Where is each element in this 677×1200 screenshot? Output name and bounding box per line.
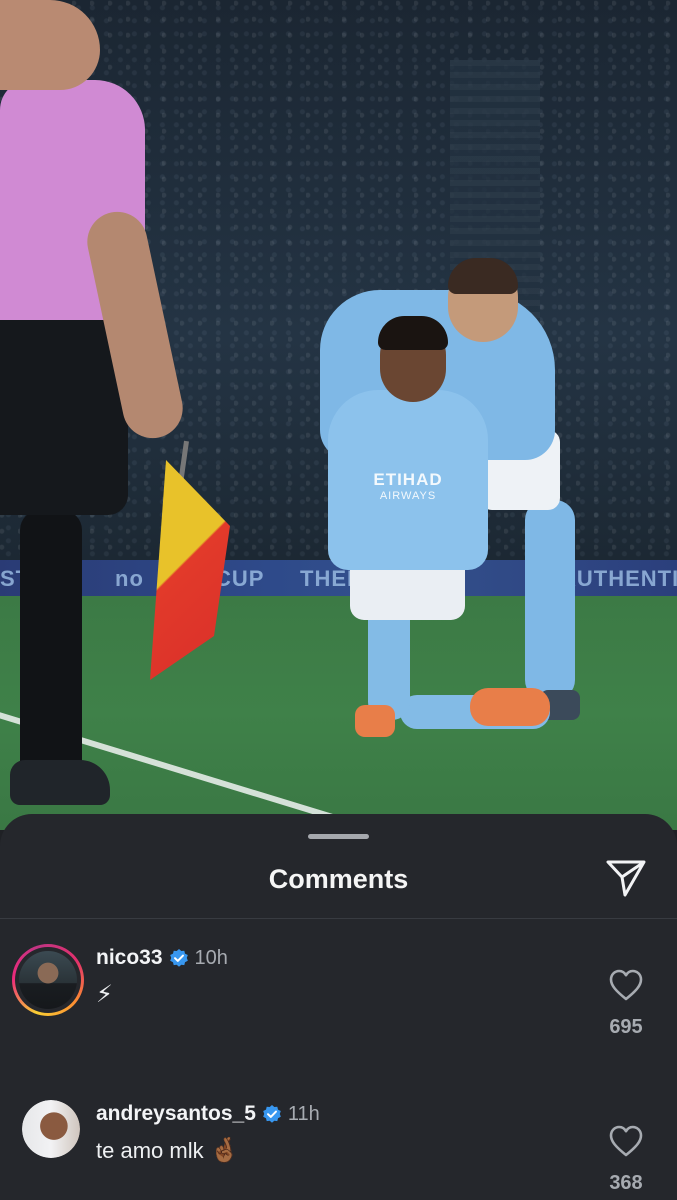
referee-head	[0, 0, 100, 90]
avatar-image	[22, 1100, 80, 1158]
referee-leg	[20, 510, 82, 790]
comments-sheet: Comments nico33 10h ⚡ 695 andreysantos_5…	[0, 814, 677, 1200]
avatar	[19, 951, 77, 1009]
player-hair	[448, 258, 518, 294]
board-text: AUTHENTIC	[560, 566, 677, 591]
post-photo: STIC no CUP THEN AUTHENTIC ETIHAD AIRWAY…	[0, 0, 677, 830]
player-leg	[525, 500, 575, 700]
comment-item: andreysantos_5 11h te amo mlk 🤞🏾 368	[0, 1100, 677, 1200]
comment-username[interactable]: nico33	[96, 946, 163, 970]
comment-body: ⚡	[96, 981, 113, 1008]
sponsor-sub: AIRWAYS	[379, 490, 437, 502]
verified-badge-icon	[263, 1105, 281, 1123]
comment-meta: andreysantos_5 11h	[96, 1102, 320, 1126]
heart-icon	[609, 1125, 643, 1157]
player-boot	[355, 705, 395, 737]
comment-item: nico33 10h ⚡ 695	[0, 944, 677, 1094]
like-count: 695	[609, 1016, 643, 1038]
avatar-story-ring[interactable]	[12, 944, 84, 1016]
share-button[interactable]	[604, 858, 648, 898]
comment-meta: nico33 10h	[96, 946, 228, 970]
referee-boot	[10, 760, 110, 805]
player-boot	[470, 688, 550, 726]
comment-username[interactable]: andreysantos_5	[96, 1102, 256, 1126]
divider	[0, 918, 677, 919]
board-text: no	[115, 566, 144, 591]
drag-handle[interactable]	[308, 834, 369, 839]
like-count: 368	[609, 1172, 643, 1194]
comment-emoji: 🤞🏾	[209, 1137, 240, 1164]
sponsor-main: ETIHAD	[373, 470, 443, 489]
comment-text: te amo mlk 🤞🏾	[96, 1136, 240, 1165]
shirt-sponsor: ETIHAD AIRWAYS	[358, 470, 458, 502]
player-hair	[378, 316, 448, 350]
like-button[interactable]	[608, 1124, 644, 1158]
heart-icon	[609, 969, 643, 1001]
comment-text: ⚡	[96, 980, 113, 1009]
comment-body: te amo mlk	[96, 1138, 204, 1163]
sheet-title: Comments	[268, 864, 409, 894]
paper-plane-icon	[606, 860, 646, 897]
comment-time: 10h	[194, 946, 228, 969]
avatar-frame	[15, 947, 81, 1013]
like-button[interactable]	[608, 968, 644, 1002]
avatar[interactable]	[22, 1100, 80, 1158]
comment-time: 11h	[287, 1102, 320, 1125]
verified-badge-icon	[169, 949, 188, 967]
